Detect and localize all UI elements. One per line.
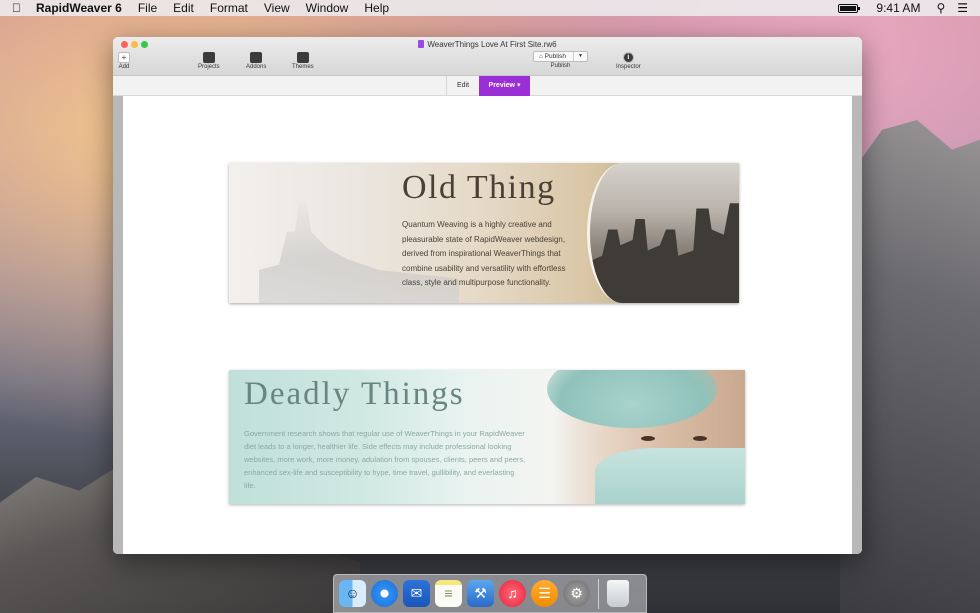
publish-button-text: Publish <box>544 53 566 60</box>
publish-group: ⌂ Publish ▼ Publish <box>533 51 588 69</box>
banner-title: Old Thing <box>402 169 556 206</box>
menubar-clock[interactable]: 9:41 AM <box>876 1 920 15</box>
menu-edit[interactable]: Edit <box>173 1 194 15</box>
preview-area[interactable]: Old Thing Quantum Weaving is a highly cr… <box>113 96 862 554</box>
add-button[interactable]: + Add <box>118 52 130 70</box>
tab-edit[interactable]: Edit <box>446 76 479 96</box>
menu-app-name[interactable]: RapidWeaver 6 <box>36 1 122 15</box>
dock-separator <box>598 578 599 609</box>
itunes-icon[interactable]: ♫ <box>499 580 526 607</box>
chevron-down-icon[interactable]: ▼ <box>574 52 587 61</box>
inspector-button[interactable]: i Inspector <box>616 52 641 70</box>
info-icon: i <box>622 52 634 63</box>
deadly-things-banner: Deadly Things Government research shows … <box>229 370 745 504</box>
tab-preview-label: Preview <box>488 82 515 89</box>
tab-preview[interactable]: Preview ▾ <box>479 76 530 96</box>
spotlight-search-icon[interactable]: ⚲ <box>936 1 945 15</box>
home-icon: ⌂ <box>539 54 543 60</box>
themes-label: Themes <box>292 64 314 70</box>
addons-icon <box>250 52 263 63</box>
projects-icon <box>202 52 215 63</box>
banner-title: Deadly Things <box>244 376 465 412</box>
menu-format[interactable]: Format <box>210 1 248 15</box>
inspector-label: Inspector <box>616 64 641 70</box>
menu-help[interactable]: Help <box>364 1 389 15</box>
banner-text: Quantum Weaving is a highly creative and… <box>402 220 566 287</box>
notification-center-icon[interactable]: ☰ <box>957 1 968 15</box>
add-label: Add <box>118 64 130 70</box>
old-thing-banner: Old Thing Quantum Weaving is a highly cr… <box>229 163 739 303</box>
battery-icon[interactable] <box>838 3 861 13</box>
menubar:  RapidWeaver 6 File Edit Format View Wi… <box>0 0 980 16</box>
ibooks-icon[interactable]: ☰ <box>531 580 558 607</box>
preview-page[interactable]: Old Thing Quantum Weaving is a highly cr… <box>123 96 852 554</box>
addons-label: Addons <box>246 64 267 70</box>
city-photo-image <box>587 163 739 303</box>
themes-icon <box>296 52 309 63</box>
document-icon <box>418 40 425 48</box>
eye-shape <box>693 436 707 441</box>
document-title-text: WeaverThings Love At First Site.rw6 <box>427 40 557 49</box>
menu-file[interactable]: File <box>138 1 157 15</box>
app-window: WeaverThings Love At First Site.rw6 + Ad… <box>113 37 862 554</box>
dock: ☺ ✉ ≡ ⚒ ♫ ☰ ⚙ <box>333 574 647 613</box>
banner-text: Government research shows that regular u… <box>244 429 526 490</box>
themes-button[interactable]: Themes <box>292 52 314 70</box>
projects-label: Projects <box>198 64 220 70</box>
mail-icon[interactable]: ✉ <box>403 580 430 607</box>
menu-view[interactable]: View <box>264 1 290 15</box>
mode-tabbar: Edit Preview ▾ <box>113 75 862 96</box>
publish-main[interactable]: ⌂ Publish <box>534 52 574 61</box>
eye-shape <box>641 436 655 441</box>
publish-button[interactable]: ⌂ Publish ▼ <box>533 51 588 62</box>
surgical-mask-shape <box>595 448 745 504</box>
projects-button[interactable]: Projects <box>198 52 220 70</box>
document-title: WeaverThings Love At First Site.rw6 <box>113 40 862 49</box>
window-toolbar: WeaverThings Love At First Site.rw6 + Ad… <box>113 37 862 75</box>
finder-icon[interactable]: ☺ <box>339 580 366 607</box>
chevron-down-icon: ▾ <box>516 82 521 89</box>
apple-icon[interactable]:  <box>12 1 26 15</box>
trash-icon[interactable] <box>607 580 629 607</box>
notes-icon[interactable]: ≡ <box>435 580 462 607</box>
plus-icon: + <box>118 52 130 63</box>
publish-label: Publish <box>550 63 571 69</box>
system-preferences-icon[interactable]: ⚙ <box>563 580 590 607</box>
menu-window[interactable]: Window <box>306 1 349 15</box>
xcode-icon[interactable]: ⚒ <box>467 580 494 607</box>
safari-icon[interactable] <box>371 580 398 607</box>
addons-button[interactable]: Addons <box>246 52 266 70</box>
